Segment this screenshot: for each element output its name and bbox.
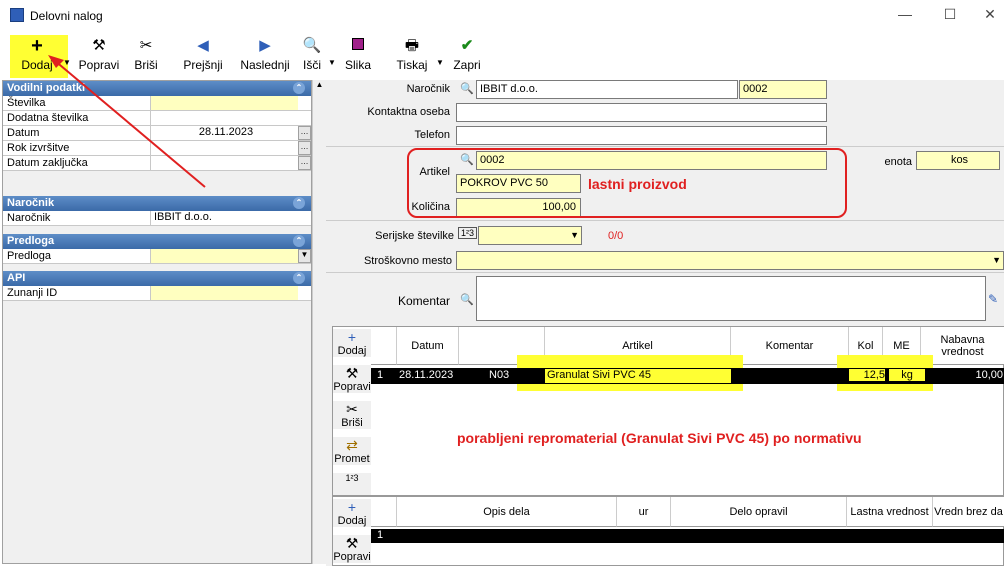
serial-list-icon[interactable]: 1²3 <box>458 227 478 239</box>
checkmark-icon: ✔ <box>460 37 474 54</box>
zunanji-field[interactable] <box>150 286 298 300</box>
plus-icon: + <box>347 499 357 515</box>
search-icon[interactable]: 🔍 <box>460 293 474 306</box>
cell-kol: 12,5 <box>849 369 885 381</box>
cell-code: N03 <box>489 369 510 381</box>
divider <box>326 146 1004 147</box>
app-icon <box>10 8 24 22</box>
telefon-label: Telefon <box>414 129 450 141</box>
hammer-icon: ⚒ <box>345 535 359 551</box>
tiskaj-button[interactable]: 🖶 Tiskaj <box>392 36 432 76</box>
annotation-arrow <box>48 55 206 188</box>
scissors-icon: ✂ <box>346 401 358 417</box>
serial-list-icon: 1²3 <box>345 473 359 483</box>
slika-button[interactable]: Slika <box>340 36 376 76</box>
cell-artikel: Granulat Sivi PVC 45 <box>545 369 731 383</box>
col-header-index <box>371 327 397 365</box>
left-scrollbar[interactable]: ▲ <box>312 80 326 564</box>
chevron-down-icon: ▼ <box>992 255 1001 265</box>
serijske-count: 0/0 <box>608 230 624 242</box>
hammer-icon: ⚒ <box>345 365 359 381</box>
naslednji-button[interactable]: ▶ Naslednji <box>234 36 296 76</box>
work-dodaj-button[interactable]: + Dodaj <box>333 499 371 527</box>
section-api[interactable]: API ⌃ <box>3 271 311 286</box>
isci-dropdown-icon[interactable]: ▼ <box>328 58 336 67</box>
chevron-down-icon[interactable]: ▼ <box>298 249 311 263</box>
enota-label: enota <box>884 156 912 168</box>
collapse-icon[interactable]: ⌃ <box>293 235 305 247</box>
table-row[interactable]: 1 28.11.2023 N03 Granulat Sivi PVC 45 12… <box>371 368 1004 384</box>
title-bar <box>0 0 1004 32</box>
plus-icon: + <box>347 329 357 345</box>
collapse-icon[interactable]: ⌃ <box>293 197 305 209</box>
zakljucka-picker-button[interactable]: … <box>298 156 311 170</box>
promet-icon: ⇄ <box>346 437 358 453</box>
col-header-nabavna[interactable]: Nabavna vrednost <box>921 327 1004 365</box>
row-predloga: Predloga ▼ <box>3 249 311 264</box>
serijske-label: Serijske številke <box>375 230 454 242</box>
cell-me: kg <box>889 369 925 381</box>
grid-dodaj-button[interactable]: + Dodaj <box>333 329 371 357</box>
serijske-select[interactable]: ▼ <box>478 226 582 245</box>
datum-picker-button[interactable]: … <box>298 126 311 140</box>
edit-note-icon[interactable]: ✎ <box>988 292 998 306</box>
col-header-datum[interactable]: Datum <box>397 327 459 365</box>
material-grid: + Dodaj ⚒ Popravi ✂ Briši ⇄ Promet 1²3 Datum… <box>332 326 1004 496</box>
work-popravi-button[interactable]: ⚒ Popravi <box>333 535 371 563</box>
search-icon: 🔍 <box>302 37 322 54</box>
grid-brisi-button[interactable]: ✂ Briši <box>333 401 371 429</box>
stroskovno-select[interactable]: ▼ <box>456 251 1004 270</box>
col-header-opis[interactable]: Opis dela <box>397 497 617 527</box>
cell-vrednost: 10,00 <box>975 369 1003 381</box>
annotation-box <box>407 148 847 218</box>
telefon-input[interactable] <box>456 126 827 145</box>
row-narocnik: Naročnik IBBIT d.o.o. <box>3 211 311 226</box>
grid-promet-button[interactable]: ⇄ Promet <box>333 437 371 465</box>
window-title: Delovni nalog <box>30 9 103 23</box>
arrow-right-icon: ▶ <box>259 37 271 54</box>
search-icon[interactable]: 🔍 <box>460 82 474 95</box>
isci-button[interactable]: 🔍 Išči <box>298 36 326 76</box>
collapse-icon[interactable]: ⌃ <box>293 272 305 284</box>
narocnik-label: Naročnik <box>406 83 450 95</box>
scroll-up-icon[interactable]: ▲ <box>313 80 326 89</box>
section-narocnik[interactable]: Naročnik ⌃ <box>3 196 311 211</box>
cell-datum: 28.11.2023 <box>399 369 454 381</box>
zapri-button[interactable]: ✔ Zapri <box>452 36 482 76</box>
narocnik-code[interactable]: 0002 <box>739 80 827 99</box>
annotation-repromaterial: porabljeni repromaterial (Granulat Sivi … <box>457 430 862 446</box>
collapse-icon[interactable]: ⌃ <box>293 82 305 94</box>
col-header-lastna[interactable]: Lastna vrednost <box>847 497 933 527</box>
section-predloga[interactable]: Predloga ⌃ <box>3 234 311 249</box>
minimize-button[interactable]: — <box>895 6 915 22</box>
col-header-komentar[interactable]: Komentar <box>731 327 849 365</box>
col-header-vrednost[interactable]: Vredn brez da <box>933 497 1004 527</box>
divider <box>326 220 1004 221</box>
image-icon <box>340 36 376 56</box>
divider <box>326 272 1004 273</box>
work-grid: + Dodaj ⚒ Popravi Opis dela ur Delo opravi… <box>332 496 1004 566</box>
maximize-button[interactable]: ☐ <box>940 6 960 23</box>
rok-picker-button[interactable]: … <box>298 141 311 155</box>
row-zunanji: Zunanji ID <box>3 286 311 301</box>
kontakt-label: Kontaktna oseba <box>367 106 450 118</box>
tiskaj-dropdown-icon[interactable]: ▼ <box>436 58 444 67</box>
col-header-ur[interactable]: ur <box>617 497 671 527</box>
grid-serial-button[interactable]: 1²3 <box>333 473 371 495</box>
enota-field[interactable]: kos <box>916 151 1000 170</box>
komentar-label: Komentar <box>397 294 450 308</box>
close-button[interactable]: ✕ <box>980 6 1000 23</box>
komentar-input[interactable] <box>476 276 986 321</box>
grid-popravi-button[interactable]: ⚒ Popravi <box>333 365 371 393</box>
kontakt-input[interactable] <box>456 103 827 122</box>
narocnik-field[interactable]: IBBIT d.o.o. <box>150 211 298 225</box>
predloga-select[interactable] <box>150 249 298 263</box>
col-header-delo[interactable]: Delo opravil <box>671 497 847 527</box>
stroskovno-label: Stroškovno mesto <box>363 255 452 267</box>
chevron-down-icon: ▼ <box>570 230 579 240</box>
narocnik-input[interactable]: IBBIT d.o.o. <box>476 80 738 99</box>
printer-icon: 🖶 <box>404 37 420 54</box>
col-header-index <box>371 497 397 527</box>
table-row[interactable]: 1 <box>371 529 1004 543</box>
